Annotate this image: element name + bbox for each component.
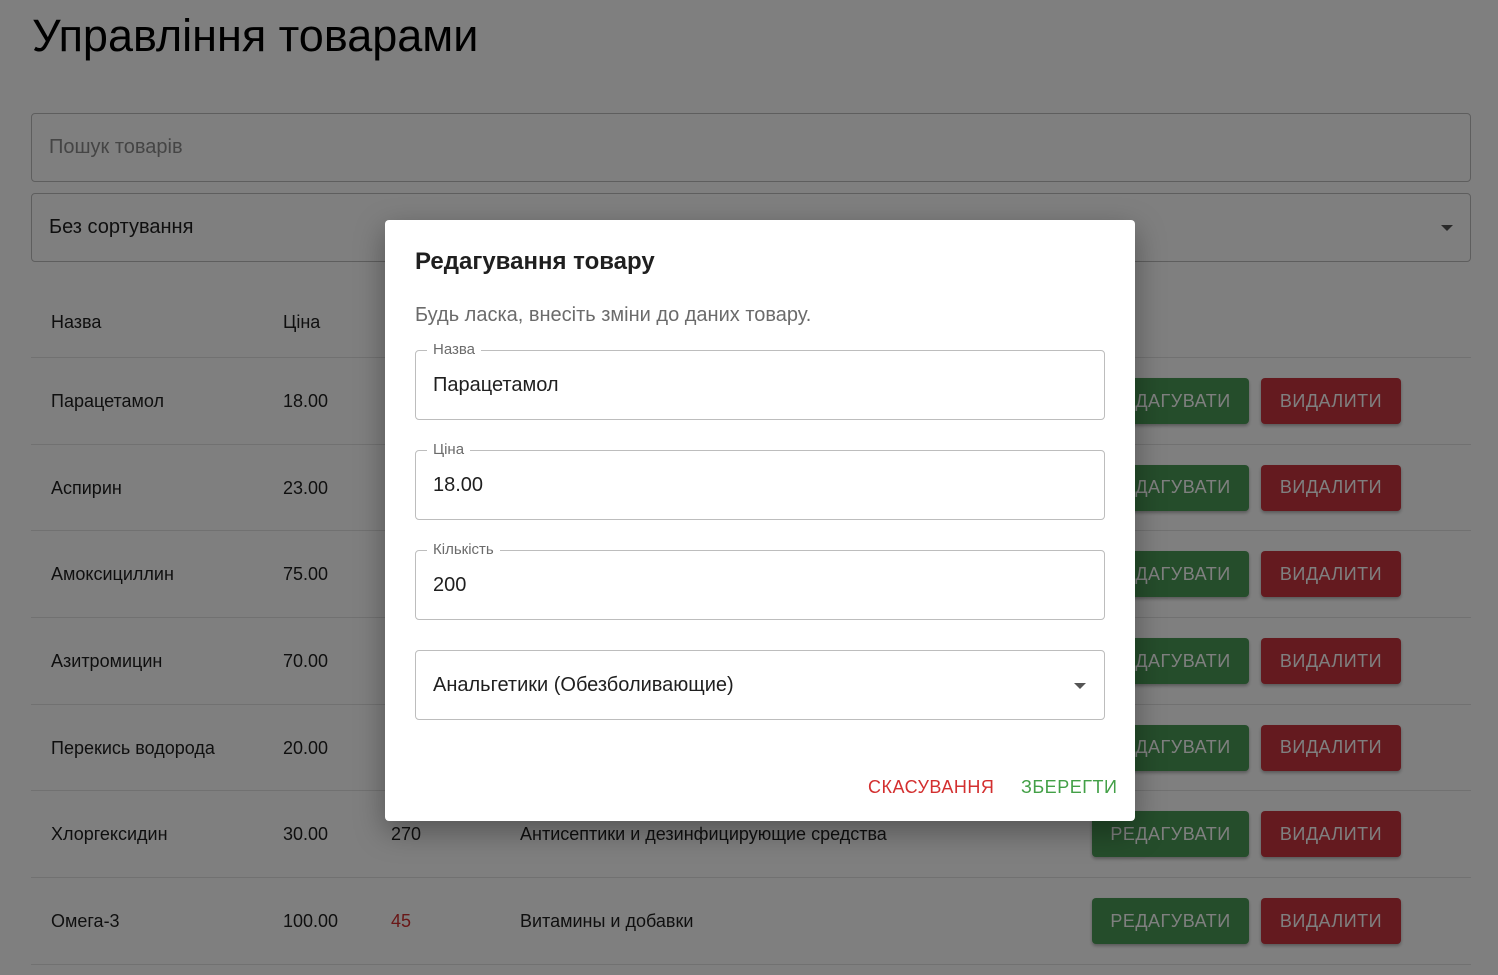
- price-field-label: Ціна: [427, 441, 471, 459]
- quantity-field-label: Кількість: [427, 541, 500, 559]
- price-field-value: 18.00: [433, 474, 484, 496]
- name-field[interactable]: Назва Парацетамол: [415, 341, 1105, 420]
- name-field-label: Назва: [427, 341, 482, 359]
- chevron-down-icon: [1074, 683, 1086, 689]
- edit-product-dialog: Редагування товару Будь ласка, внесіть з…: [385, 220, 1135, 821]
- category-select[interactable]: Анальгетики (Обезболивающие): [415, 650, 1105, 720]
- dialog-title: Редагування товару: [415, 248, 655, 275]
- cancel-button[interactable]: СКАСУВАННЯ: [868, 777, 994, 798]
- product-management-page: Управління товарами Без сортування Назва…: [0, 0, 1498, 975]
- dialog-description: Будь ласка, внесіть зміни до даних товар…: [415, 304, 812, 326]
- price-field[interactable]: Ціна 18.00: [415, 441, 1105, 520]
- quantity-field-value: 200: [433, 574, 467, 596]
- category-select-value: Анальгетики (Обезболивающие): [433, 674, 734, 696]
- quantity-field[interactable]: Кількість 200: [415, 541, 1105, 620]
- name-field-value: Парацетамол: [433, 374, 559, 396]
- save-button[interactable]: ЗБЕРЕГТИ: [1021, 777, 1117, 798]
